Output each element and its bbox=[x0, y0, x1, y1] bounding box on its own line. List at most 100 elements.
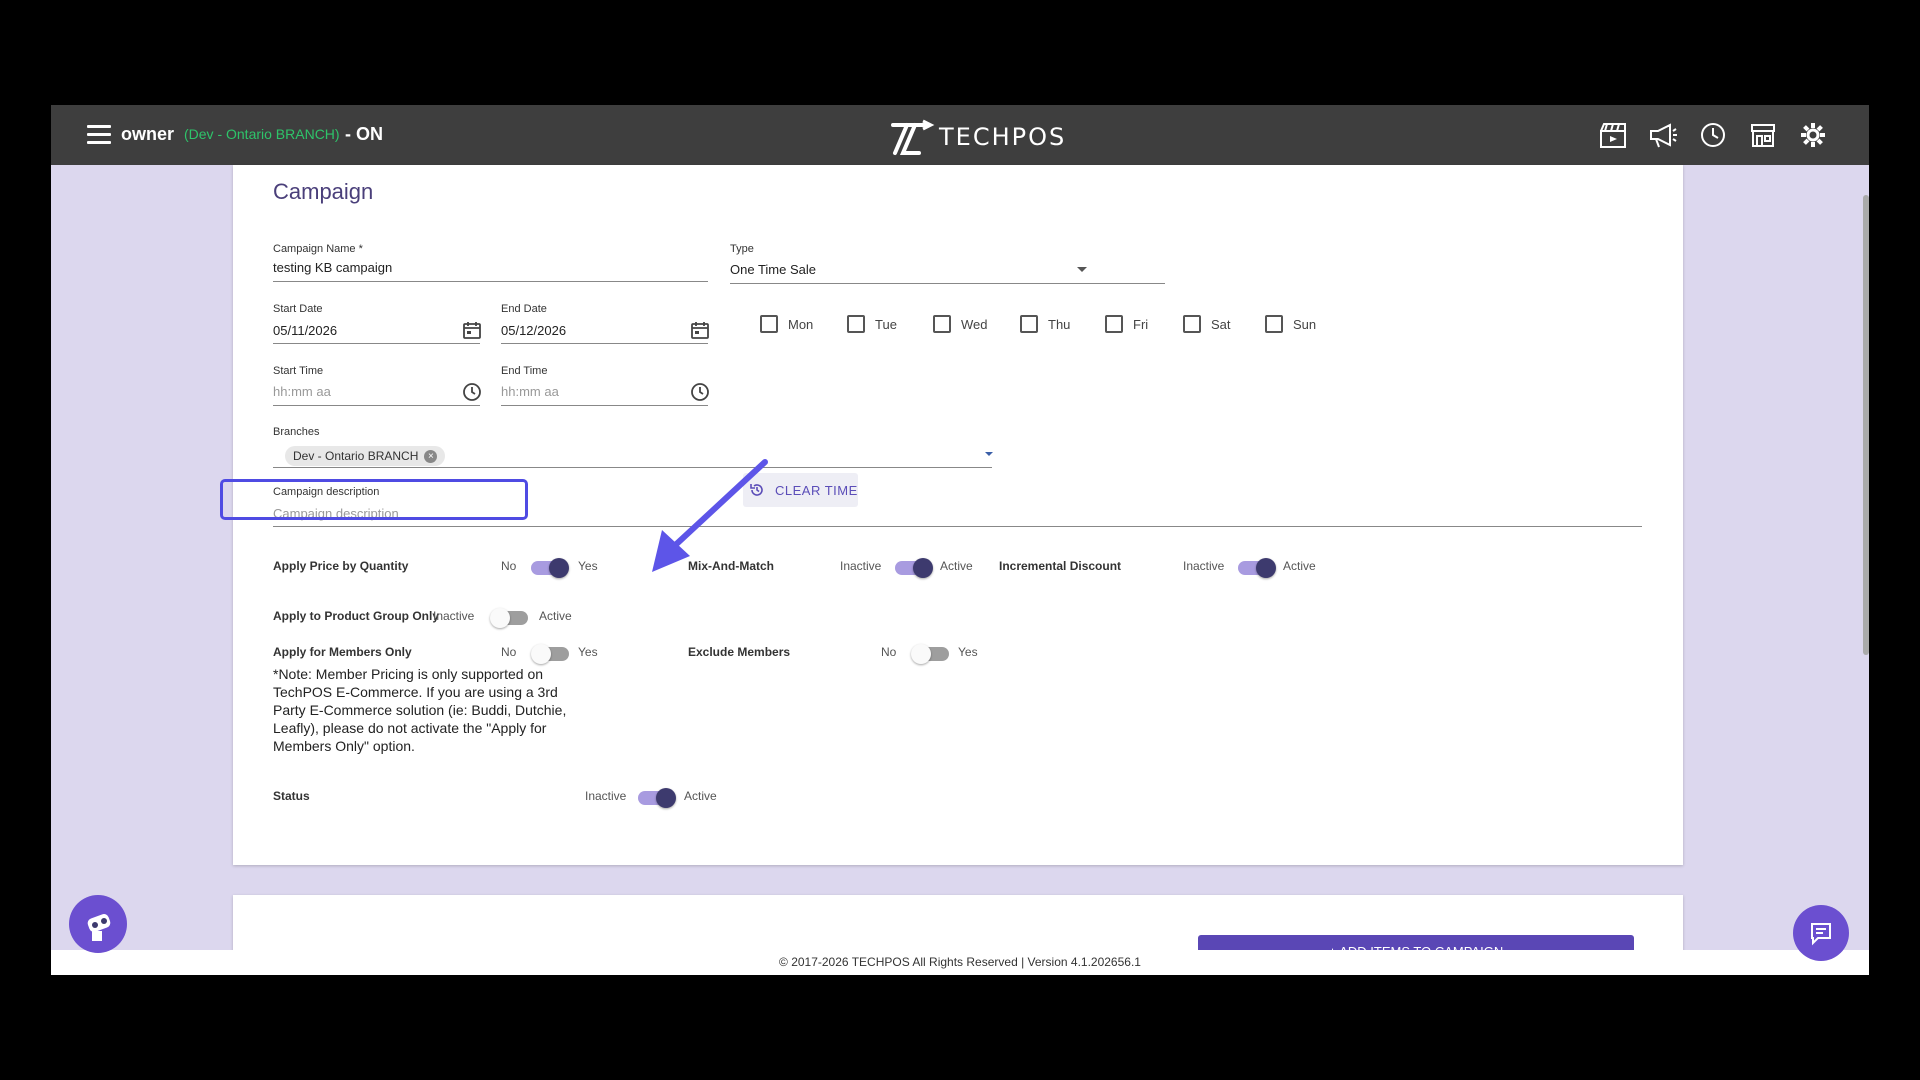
toggle-knob bbox=[531, 644, 551, 664]
logo-mark-icon bbox=[891, 119, 935, 155]
checkbox-box[interactable] bbox=[1183, 315, 1201, 333]
top-actions bbox=[1597, 119, 1829, 151]
checkbox-box[interactable] bbox=[1020, 315, 1038, 333]
day-checkbox-mon[interactable]: Mon bbox=[760, 315, 813, 333]
calendar-icon[interactable] bbox=[690, 320, 710, 340]
product-group-only-toggle[interactable] bbox=[490, 608, 528, 628]
end-date-input[interactable]: 05/12/2026 bbox=[501, 323, 566, 338]
clear-time-button[interactable]: CLEAR TIME bbox=[743, 473, 858, 507]
app-window: owner (Dev - Ontario BRANCH) - ON TECHPO… bbox=[51, 105, 1869, 975]
scrollbar[interactable] bbox=[1863, 195, 1869, 655]
start-date-underline bbox=[273, 343, 480, 344]
members-only-label: Apply for Members Only bbox=[273, 645, 412, 659]
checkbox-box[interactable] bbox=[847, 315, 865, 333]
incremental-discount-label: Incremental Discount bbox=[999, 559, 1122, 573]
day-checkbox-sun[interactable]: Sun bbox=[1265, 315, 1316, 333]
toggle-off-label: Inactive bbox=[840, 559, 882, 573]
toggle-on-label: Active bbox=[940, 559, 973, 573]
toggle-knob bbox=[911, 644, 931, 664]
techpos-logo: TECHPOS bbox=[885, 117, 1066, 157]
status-label: Status bbox=[273, 789, 310, 803]
page-title: Campaign bbox=[273, 179, 374, 204]
mix-and-match-toggle[interactable] bbox=[895, 558, 933, 578]
toggle-off-label: Inactive bbox=[585, 789, 627, 803]
member-pricing-note: *Note: Member Pricing is only supported … bbox=[273, 666, 567, 754]
start-time-input[interactable]: hh:mm aa bbox=[273, 384, 331, 399]
toggle-on-label: Active bbox=[1283, 559, 1316, 573]
incremental-discount-toggle[interactable] bbox=[1238, 558, 1276, 578]
gear-icon[interactable] bbox=[1797, 119, 1829, 151]
branches-underline bbox=[273, 467, 992, 468]
logo-text: TECHPOS bbox=[939, 123, 1067, 151]
toggle-knob bbox=[549, 558, 569, 578]
checkbox-box[interactable] bbox=[933, 315, 951, 333]
members-only-toggle[interactable] bbox=[531, 644, 569, 664]
campaign-name-label: Campaign Name * bbox=[273, 243, 363, 255]
toggle-knob bbox=[1256, 558, 1276, 578]
clock-icon[interactable] bbox=[462, 382, 482, 402]
clock-icon[interactable] bbox=[690, 382, 710, 402]
calendar-icon[interactable] bbox=[462, 320, 482, 340]
day-label: Sun bbox=[1293, 316, 1317, 332]
status-toggle[interactable] bbox=[638, 788, 676, 808]
close-icon[interactable]: × bbox=[424, 449, 438, 463]
day-label: Wed bbox=[961, 316, 988, 332]
robot-icon[interactable] bbox=[69, 895, 127, 953]
history-icon bbox=[750, 484, 763, 496]
day-label: Thu bbox=[1048, 316, 1071, 332]
toggle-knob bbox=[490, 608, 510, 628]
toggle-off-label: Inactive bbox=[1183, 559, 1225, 573]
price-by-quantity-toggle[interactable] bbox=[531, 558, 569, 578]
clapperboard-icon[interactable] bbox=[1597, 119, 1629, 151]
highlight-box bbox=[220, 479, 528, 520]
chat-icon[interactable] bbox=[1793, 905, 1849, 961]
day-label: Mon bbox=[788, 316, 814, 332]
toggle-off-label: No bbox=[881, 645, 897, 659]
toggle-knob bbox=[656, 788, 676, 808]
checkbox-box[interactable] bbox=[1105, 315, 1123, 333]
end-time-input[interactable]: hh:mm aa bbox=[501, 384, 559, 399]
price-by-quantity-label: Apply Price by Quantity bbox=[273, 559, 409, 573]
campaign-name-underline bbox=[273, 281, 708, 282]
exclude-members-toggle[interactable] bbox=[911, 644, 949, 664]
day-checkbox-wed[interactable]: Wed bbox=[933, 315, 988, 333]
type-label: Type bbox=[730, 243, 754, 255]
megaphone-icon[interactable] bbox=[1647, 119, 1679, 151]
footer: © 2017-2026 TECHPOS All Rights Reserved … bbox=[51, 950, 1869, 975]
menu-icon[interactable] bbox=[87, 125, 111, 145]
day-label: Fri bbox=[1133, 316, 1149, 332]
start-date-input[interactable]: 05/11/2026 bbox=[273, 323, 337, 338]
day-checkbox-sat[interactable]: Sat bbox=[1183, 315, 1231, 333]
type-select[interactable]: One Time Sale bbox=[730, 262, 816, 277]
exclude-members-label: Exclude Members bbox=[688, 645, 791, 659]
day-label: Tue bbox=[875, 316, 897, 332]
branch-chip-label: Dev - Ontario BRANCH bbox=[293, 449, 419, 463]
day-label: Sat bbox=[1211, 316, 1231, 332]
end-date-underline bbox=[501, 343, 708, 344]
day-checkbox-fri[interactable]: Fri bbox=[1105, 315, 1148, 333]
toggle-knob bbox=[913, 558, 933, 578]
branch-indicator: (Dev - Ontario BRANCH) bbox=[184, 126, 340, 142]
checkbox-box[interactable] bbox=[1265, 315, 1283, 333]
toggle-on-label: Yes bbox=[578, 645, 598, 659]
chevron-down-icon[interactable] bbox=[1075, 262, 1089, 276]
end-time-label: End Time bbox=[501, 365, 548, 377]
start-time-underline bbox=[273, 405, 480, 406]
day-checkbox-tue[interactable]: Tue bbox=[847, 315, 897, 333]
top-bar: owner (Dev - Ontario BRANCH) - ON TECHPO… bbox=[51, 105, 1869, 165]
toggle-off-label: No bbox=[501, 645, 517, 659]
store-icon[interactable] bbox=[1747, 119, 1779, 151]
day-checkbox-thu[interactable]: Thu bbox=[1020, 315, 1070, 333]
clock-icon[interactable] bbox=[1697, 119, 1729, 151]
mix-and-match-label: Mix-And-Match bbox=[688, 559, 774, 573]
branch-chip[interactable]: Dev - Ontario BRANCH × bbox=[285, 446, 446, 466]
toggle-off-label: Inactive bbox=[433, 609, 475, 623]
toggle-on-label: Active bbox=[684, 789, 717, 803]
checkbox-box[interactable] bbox=[760, 315, 778, 333]
toggle-off-label: No bbox=[501, 559, 517, 573]
type-underline bbox=[730, 283, 1165, 284]
chevron-down-icon[interactable] bbox=[983, 448, 995, 460]
product-group-only-label: Apply to Product Group Only bbox=[273, 609, 439, 623]
end-date-label: End Date bbox=[501, 303, 547, 315]
campaign-name-input[interactable]: testing KB campaign bbox=[273, 260, 392, 275]
